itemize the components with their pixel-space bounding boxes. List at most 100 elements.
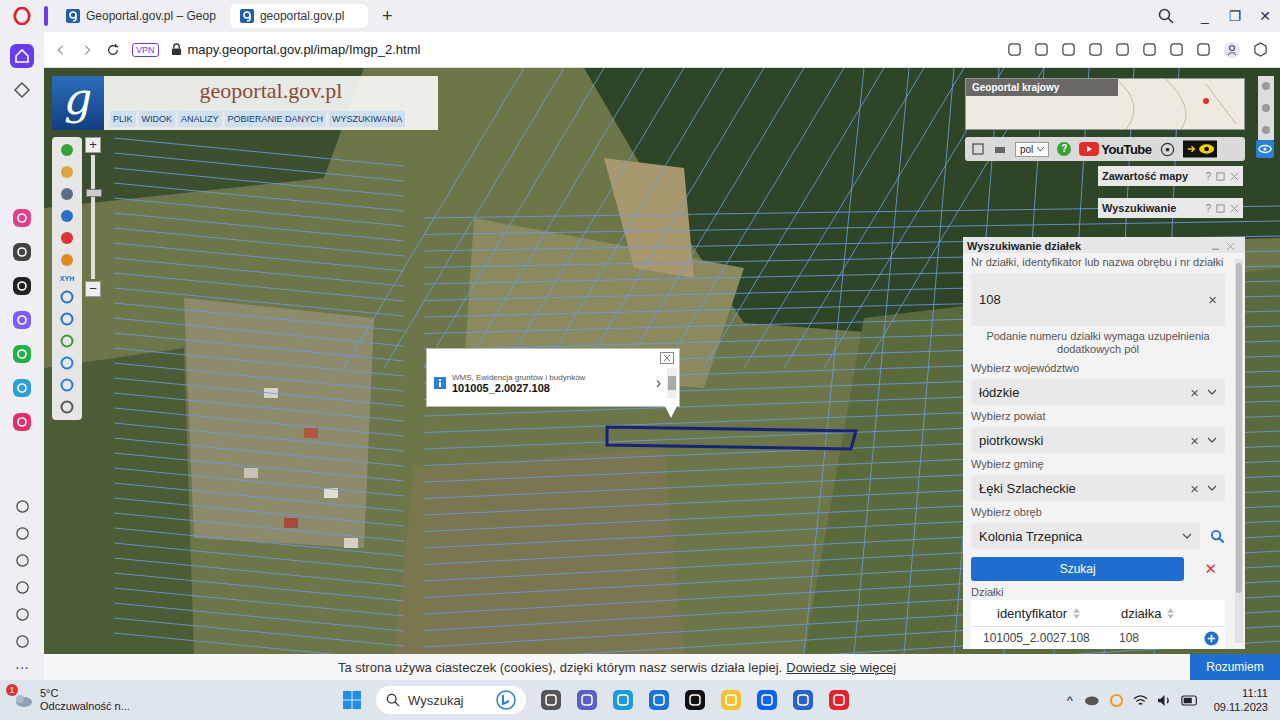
overview-map[interactable]: Geoportal krajowy xyxy=(965,78,1245,130)
chevron-down-icon[interactable] xyxy=(1182,533,1192,539)
globe-tool-icon[interactable] xyxy=(60,334,74,348)
lock-icon[interactable] xyxy=(171,43,182,56)
help-tool-icon[interactable] xyxy=(60,400,74,414)
menu-item[interactable]: WIDOK xyxy=(139,111,176,127)
map-view[interactable]: ggeoportal.gov.plPLIKWIDOKANALIZYPOBIERA… xyxy=(44,68,1280,654)
sidebar-item[interactable] xyxy=(10,606,34,622)
zoom-out-tool-icon[interactable] xyxy=(60,312,74,326)
close-icon[interactable] xyxy=(1230,204,1239,213)
collapsed-panel[interactable]: Wyszukiwanie? xyxy=(1098,198,1243,218)
select-field[interactable]: Kolonia Trzepnica xyxy=(971,523,1200,549)
chevron-down-icon[interactable] xyxy=(1207,437,1217,443)
collapsed-panel[interactable]: Zawartość mapy? xyxy=(1098,166,1243,186)
l-app-icon[interactable] xyxy=(12,276,32,296)
search-button[interactable]: Szukaj xyxy=(971,557,1184,581)
sidebar-app[interactable] xyxy=(10,410,34,434)
clock[interactable]: 11:1109.11.2023 xyxy=(1214,686,1268,714)
browser-tool-icon[interactable] xyxy=(1088,42,1103,57)
legend-icon[interactable] xyxy=(971,142,985,156)
selected-parcel[interactable] xyxy=(607,427,856,449)
opera-logo-icon[interactable] xyxy=(13,7,31,25)
start-icon[interactable] xyxy=(342,690,362,710)
zoom-slider[interactable] xyxy=(91,155,95,279)
browser-tool-icon[interactable] xyxy=(1142,42,1157,57)
feature-row[interactable]: WMS, Ewidencja gruntów i budynków101005_… xyxy=(427,364,679,406)
table-row[interactable]: 101005_2.0027.108108 xyxy=(971,627,1225,649)
teams-icon[interactable] xyxy=(576,689,598,711)
layers-tool-icon[interactable] xyxy=(60,187,74,201)
contrast-icon[interactable] xyxy=(1183,140,1217,158)
zoom-out-button[interactable]: − xyxy=(85,281,101,297)
whatsapp-icon[interactable] xyxy=(12,344,32,364)
browser-tab[interactable]: geoportal.gov.pl xyxy=(230,4,368,28)
dropbox-icon[interactable] xyxy=(756,689,778,711)
wifi-icon[interactable] xyxy=(1133,694,1148,707)
print-icon[interactable] xyxy=(993,142,1007,156)
sidebar-app[interactable] xyxy=(10,342,34,366)
browser-tool-icon[interactable] xyxy=(1007,42,1022,57)
geoportal-logo[interactable]: g xyxy=(52,76,104,130)
minimize-icon[interactable] xyxy=(1211,242,1220,251)
battery-icon[interactable] xyxy=(1181,695,1199,706)
select-field[interactable]: piotrkowski× xyxy=(971,427,1225,453)
select-field[interactable]: łódzkie× xyxy=(971,379,1225,405)
sidebar-app[interactable] xyxy=(10,376,34,400)
sidebar-app[interactable] xyxy=(10,240,34,264)
reload-icon[interactable] xyxy=(106,43,120,57)
sidebar-item[interactable] xyxy=(10,579,34,595)
zoom-handle[interactable] xyxy=(86,189,102,197)
clear-button[interactable]: × xyxy=(1190,481,1199,496)
sidebar-item[interactable] xyxy=(10,498,34,514)
volume-icon[interactable] xyxy=(1157,694,1172,707)
language-select[interactable]: pol xyxy=(1015,142,1049,157)
clear-button[interactable]: × xyxy=(1190,385,1199,400)
tips-icon[interactable] xyxy=(15,634,30,649)
sidebar-more-button[interactable]: ··· xyxy=(15,660,29,674)
menu-item[interactable]: WYSZUKIWANIA xyxy=(329,111,405,127)
task-view-icon[interactable] xyxy=(540,689,562,711)
taskbar-search[interactable]: Wyszukaj xyxy=(376,686,526,714)
youtube-link[interactable]: YouTube xyxy=(1079,142,1151,157)
help-button[interactable]: ? xyxy=(1057,142,1071,156)
player-icon[interactable] xyxy=(15,499,30,514)
menu-item[interactable]: ANALIZY xyxy=(178,111,222,127)
accessibility-icon[interactable] xyxy=(1160,142,1175,157)
tray-overflow-button[interactable]: ^ xyxy=(1067,693,1073,708)
send-icon[interactable] xyxy=(15,526,30,541)
scrollbar[interactable] xyxy=(1235,259,1243,643)
select-tool-icon[interactable] xyxy=(60,209,74,223)
window-control[interactable]: ✕ xyxy=(1250,8,1280,24)
new-tab-button[interactable]: + xyxy=(372,6,403,27)
aria-icon[interactable] xyxy=(12,208,32,228)
sidebar-item[interactable] xyxy=(10,44,34,68)
draw-tool-icon[interactable] xyxy=(60,253,74,267)
strip-icon[interactable] xyxy=(1260,102,1272,114)
sidebar-item[interactable] xyxy=(10,78,34,102)
sort-icon[interactable] xyxy=(1167,608,1174,619)
browser-tool-icon[interactable] xyxy=(1169,42,1184,57)
cookie-more-link[interactable]: Dowiedz się więcej xyxy=(786,660,896,675)
sort-icon[interactable] xyxy=(1073,608,1080,619)
opera-menu[interactable] xyxy=(0,7,44,25)
browser-tool-icon[interactable] xyxy=(1061,42,1076,57)
visibility-icon[interactable] xyxy=(1256,140,1274,158)
menu-item[interactable]: PLIK xyxy=(110,111,136,127)
info-tool-icon[interactable] xyxy=(60,143,74,157)
settings-icon[interactable] xyxy=(15,607,30,622)
maximize-icon[interactable] xyxy=(1216,172,1225,181)
column-header[interactable]: działka xyxy=(1107,606,1174,621)
heart-icon[interactable] xyxy=(15,553,30,568)
sidebar-app[interactable] xyxy=(10,206,34,230)
url-field[interactable]: mapy.geoportal.gov.pl/imap/Imgp_2.html xyxy=(188,42,421,57)
sidebar-app[interactable] xyxy=(10,308,34,332)
window-control[interactable]: ❐ xyxy=(1220,8,1250,24)
maximize-icon[interactable] xyxy=(1216,204,1225,213)
add-icon[interactable] xyxy=(1204,631,1219,646)
extensions-icon[interactable] xyxy=(1253,42,1268,57)
close-icon[interactable] xyxy=(1226,242,1235,251)
amazon-icon[interactable] xyxy=(684,689,706,711)
weather-widget[interactable]: 15°COdczuwalność n... xyxy=(12,687,342,713)
accept-cookies-button[interactable]: Rozumiem xyxy=(1190,654,1280,680)
strip-icon[interactable] xyxy=(1260,124,1272,136)
details-arrow[interactable]: › xyxy=(656,374,661,392)
